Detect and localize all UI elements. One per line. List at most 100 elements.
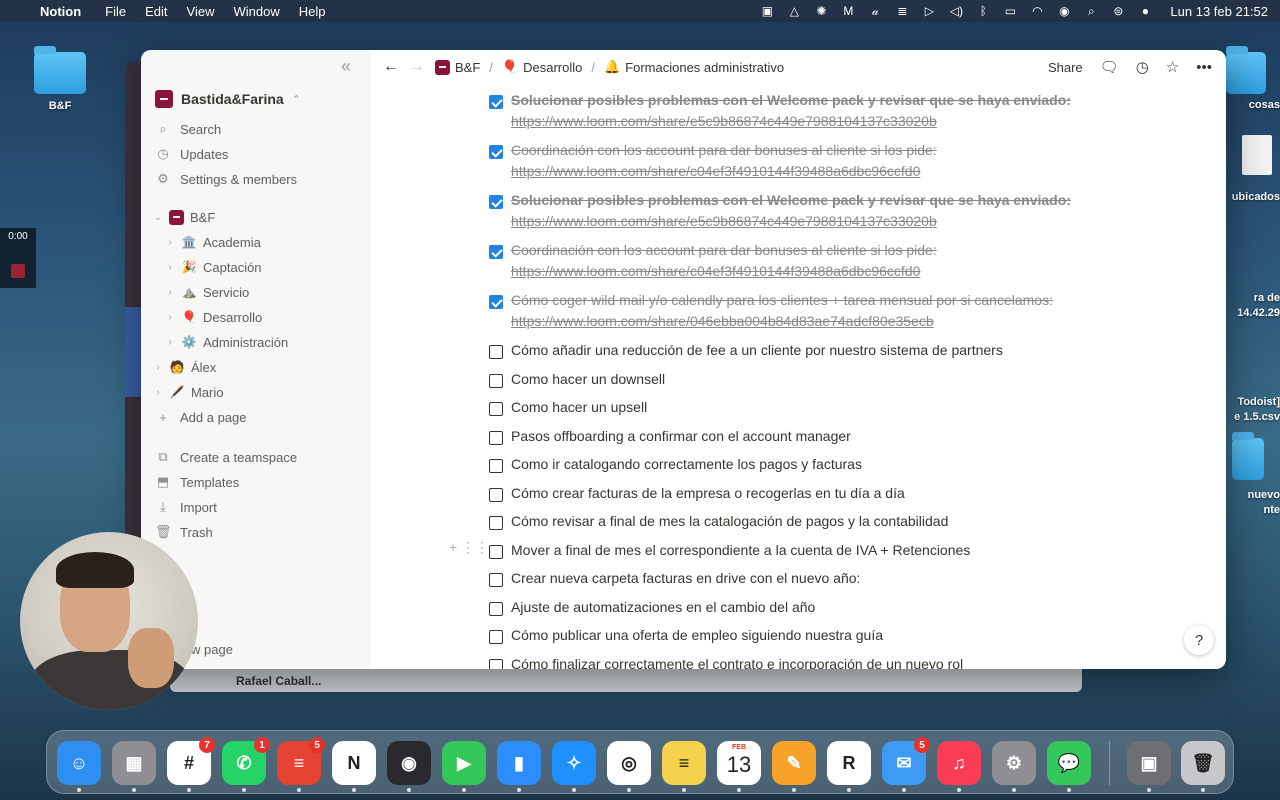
chevron-right-icon[interactable]: › — [165, 337, 175, 348]
sun-icon[interactable]: ✺ — [813, 4, 829, 18]
dock-launchpad-icon[interactable]: ▦ — [112, 741, 156, 792]
chevron-right-icon[interactable]: › — [165, 237, 175, 248]
loom-link[interactable]: https://www.loom.com/share/e5c9b86874c44… — [511, 213, 1071, 229]
signature-icon[interactable]: 𝒶 — [867, 4, 883, 19]
breadcrumb-item-bf[interactable]: B&F — [435, 59, 480, 75]
todo-text[interactable]: Pasos offboarding a confirmar con el acc… — [511, 428, 851, 444]
dock-system-settings-icon[interactable]: ⚙ — [992, 741, 1036, 792]
desktop-label[interactable]: nte — [1220, 504, 1280, 516]
notes-icon[interactable]: ≣ — [894, 4, 910, 18]
sidebar-create-teamspace[interactable]: ⧉ Create a teamspace — [155, 446, 297, 468]
dock-obs-icon[interactable]: ◉ — [387, 741, 431, 792]
todo-text[interactable]: Como hacer un upsell — [511, 399, 647, 415]
desktop-folder-peek[interactable] — [1232, 432, 1264, 486]
share-button[interactable]: Share — [1048, 60, 1083, 75]
sidebar-updates[interactable]: ◷ Updates — [155, 143, 228, 165]
todo-text[interactable]: Cómo añadir una reducción de fee a un cl… — [511, 342, 1003, 358]
dock-pages-icon[interactable]: ✎ — [772, 741, 816, 792]
dock-facetime-icon[interactable]: ▶ — [442, 741, 486, 792]
checkbox-checked[interactable] — [489, 245, 503, 259]
new-page-button[interactable]: w page — [191, 638, 233, 660]
dock-slack-icon[interactable]: #7 — [167, 737, 215, 792]
checkbox[interactable] — [489, 630, 503, 644]
desktop-folder-bf[interactable]: B&F — [30, 46, 90, 112]
tree-item-captacion[interactable]: › 🎉 Captación — [165, 256, 261, 278]
todo-text[interactable]: Ajuste de automatizaciones en el cambio … — [511, 599, 815, 615]
drive-icon[interactable]: △ — [786, 4, 802, 18]
desktop-label[interactable]: ubicados — [1220, 191, 1280, 203]
dock-safari-icon[interactable]: ✧ — [552, 741, 596, 792]
loom-link[interactable]: https://www.loom.com/share/c04ef3f491014… — [511, 263, 937, 279]
back-arrow-icon[interactable]: ← — [383, 58, 399, 76]
todo-text[interactable]: Cómo crear facturas de la empresa o reco… — [511, 485, 905, 501]
dock-calendar-icon[interactable]: FEB 13 — [717, 741, 761, 792]
chevron-right-icon[interactable]: › — [153, 362, 163, 373]
dock-finder-icon[interactable]: ☺ — [57, 741, 101, 792]
breadcrumb-item-desarrollo[interactable]: 🎈 Desarrollo — [502, 59, 582, 75]
sidebar-trash[interactable]: 🗑 Trash — [155, 521, 213, 543]
sidebar-settings[interactable]: ⚙ Settings & members — [155, 168, 297, 190]
sidebar-import[interactable]: ⤓ Import — [155, 496, 217, 518]
dock-zoom-icon[interactable]: ▮ — [497, 741, 541, 792]
todo-text[interactable]: Cómo revisar a final de mes la catalogac… — [511, 513, 948, 529]
checkbox[interactable] — [489, 544, 503, 559]
user-icon[interactable]: ◉ — [1056, 4, 1072, 18]
tree-item-mario[interactable]: › 🖋️ Mario — [153, 381, 223, 403]
comment-icon[interactable]: 🗨 — [1100, 58, 1119, 76]
dock-chrome-icon[interactable]: ◎ — [607, 741, 651, 792]
collapse-sidebar-icon[interactable]: « — [341, 56, 351, 77]
menu-help[interactable]: Help — [299, 4, 326, 19]
menu-clock[interactable]: Lun 13 feb 21:52 — [1170, 4, 1268, 19]
desktop-label[interactable]: cosas — [1220, 99, 1280, 111]
drag-handle-icon[interactable]: + ⋮⋮ — [449, 539, 489, 556]
history-icon[interactable]: ◷ — [1136, 58, 1149, 76]
desktop-label[interactable]: 14.42.29 — [1220, 307, 1280, 319]
menu-edit[interactable]: Edit — [145, 4, 167, 19]
dock-mail-icon[interactable]: ✉ 5 — [882, 737, 930, 792]
desktop-label[interactable]: e 1.5.csv — [1220, 411, 1280, 423]
todo-text[interactable]: Cómo coger wild mail y/o calendly para l… — [511, 292, 1053, 329]
checkbox[interactable] — [489, 459, 503, 473]
tree-item-desarrollo[interactable]: › 🎈 Desarrollo — [165, 306, 262, 328]
menu-file[interactable]: File — [105, 4, 126, 19]
wifi-icon[interactable]: ◠ — [1029, 4, 1045, 18]
chevron-right-icon[interactable]: › — [165, 262, 175, 273]
menu-window[interactable]: Window — [233, 4, 279, 19]
todo-text[interactable]: Coordinación con los account para dar bo… — [511, 142, 937, 179]
forward-arrow-icon[interactable]: → — [409, 58, 425, 76]
desktop-folder-peek[interactable] — [1226, 46, 1266, 100]
loom-link[interactable]: https://www.loom.com/share/e5c9b86874c44… — [511, 113, 1071, 129]
checkbox[interactable] — [489, 601, 503, 616]
battery-icon[interactable]: ▭ — [1002, 4, 1018, 18]
star-icon[interactable]: ☆ — [1166, 58, 1179, 76]
todo-text[interactable]: Como hacer un downsell — [511, 371, 665, 387]
dock-messages-icon[interactable]: 💬 — [1047, 741, 1091, 792]
todo-text[interactable]: Crear nueva carpeta facturas en drive co… — [511, 570, 860, 586]
chevron-right-icon[interactable]: › — [165, 287, 175, 298]
checkbox[interactable] — [489, 487, 503, 502]
control-center-icon[interactable]: ⊜ — [1110, 4, 1126, 18]
add-page-button[interactable]: + Add a page — [155, 406, 246, 428]
breadcrumb-item-current[interactable]: 🔔 Formaciones administrativo — [604, 59, 784, 75]
todo-text[interactable]: Mover a final de mes el correspondiente … — [511, 542, 970, 558]
tree-item-bf[interactable]: ⌄ B&F — [153, 206, 215, 228]
checkbox[interactable] — [489, 345, 503, 359]
checkbox[interactable] — [489, 658, 503, 669]
stop-record-icon[interactable] — [11, 264, 25, 278]
dock-notion-icon[interactable]: N — [332, 741, 376, 792]
dock-todoist-icon[interactable]: ≡ 5 — [277, 737, 325, 792]
gmail-icon[interactable]: M — [840, 4, 856, 18]
checkbox[interactable] — [489, 430, 503, 445]
todo-text[interactable]: Cómo finalizar correctamente el contrato… — [511, 656, 963, 670]
dock-whatsapp-icon[interactable]: ✆ 1 — [222, 737, 270, 792]
checkbox[interactable] — [489, 373, 503, 388]
loom-link[interactable]: https://www.loom.com/share/c04ef3f491014… — [511, 163, 937, 179]
video-icon[interactable]: ▣ — [759, 4, 775, 18]
sidebar-templates[interactable]: ⬒ Templates — [155, 471, 239, 493]
siri-icon[interactable]: ● — [1137, 4, 1153, 18]
checkbox-checked[interactable] — [489, 95, 503, 109]
desktop-label[interactable]: ra de — [1220, 292, 1280, 304]
workspace-switcher[interactable]: Bastida&Farina ⌃ — [155, 90, 301, 108]
tree-item-academia[interactable]: › 🏛️ Academia — [165, 231, 260, 253]
more-icon[interactable]: ••• — [1196, 59, 1212, 76]
